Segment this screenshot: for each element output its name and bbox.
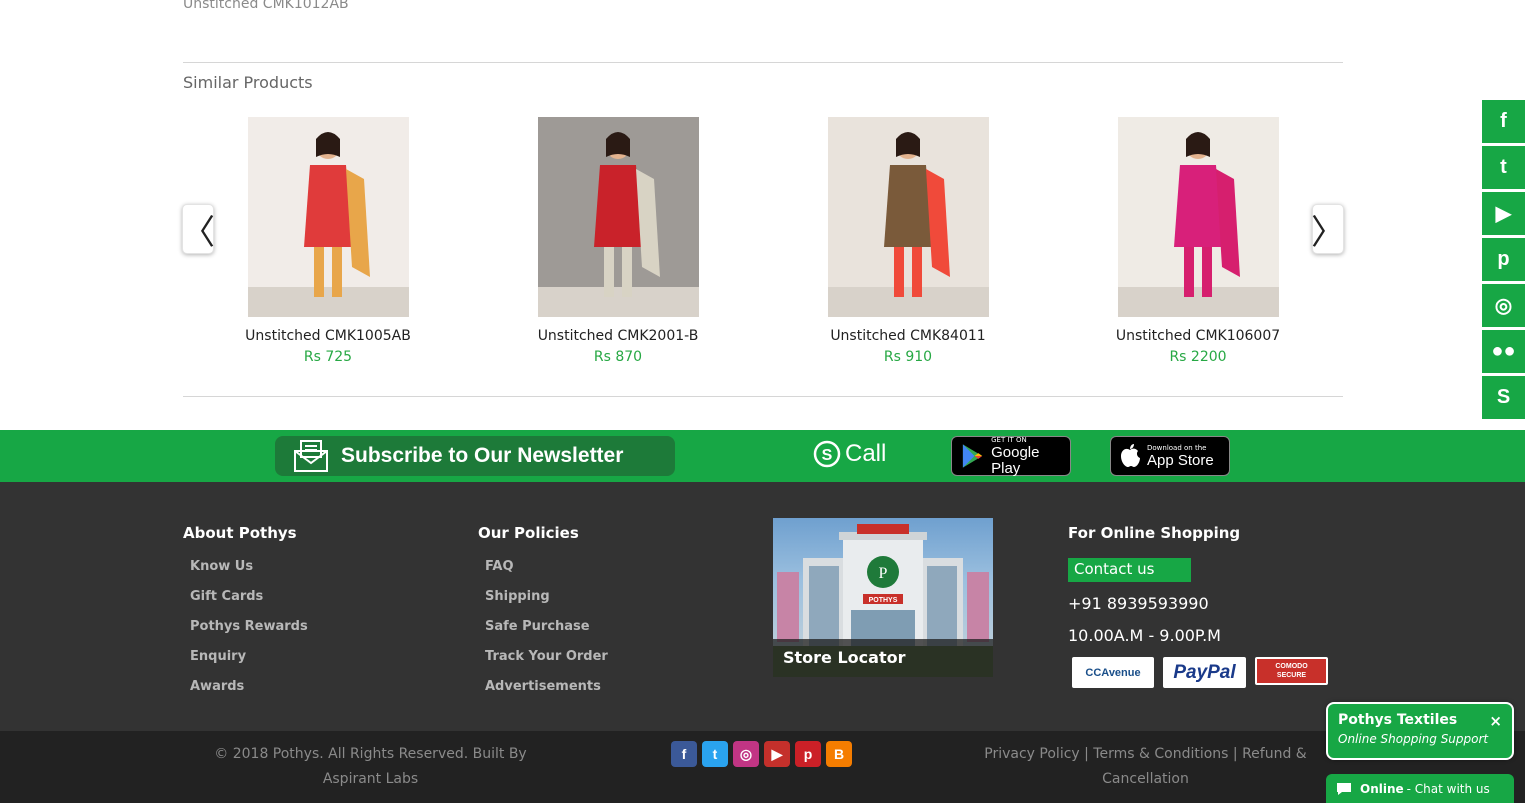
- product-card[interactable]: Unstitched CMK106007 Rs 2200: [1068, 117, 1328, 365]
- product-card[interactable]: Unstitched CMK2001-B Rs 870: [488, 117, 748, 365]
- product-price: Rs 910: [883, 349, 933, 365]
- instagram-icon[interactable]: ◎: [733, 741, 759, 767]
- store-locator-card[interactable]: P POTHYS Store Locator: [773, 518, 993, 677]
- divider: [183, 396, 1343, 397]
- comodo-badge: COMODO SECURE: [1255, 657, 1328, 685]
- similar-products-title: Similar Products: [183, 73, 313, 92]
- comodo-label: COMODO SECURE: [1275, 663, 1308, 679]
- apple-icon: [1121, 444, 1140, 467]
- product-name[interactable]: Unstitched CMK84011: [778, 328, 1038, 344]
- mail-icon: [294, 440, 328, 472]
- chat-launcher[interactable]: Online - Chat with us: [1326, 774, 1514, 803]
- product-image[interactable]: [1117, 117, 1279, 317]
- blogger-icon[interactable]: B: [826, 741, 852, 767]
- side-twitter-icon[interactable]: t: [1482, 146, 1525, 189]
- product-name[interactable]: Unstitched CMK1005AB: [198, 328, 458, 344]
- product-image[interactable]: [827, 117, 989, 317]
- youtube-icon[interactable]: ▶: [764, 741, 790, 767]
- chat-title: Pothys Textiles: [1338, 712, 1458, 728]
- link-know-us[interactable]: Know Us: [190, 557, 308, 587]
- app-store-big: App Store: [1147, 451, 1214, 469]
- link-advertisements[interactable]: Advertisements: [485, 677, 608, 707]
- product-name[interactable]: Unstitched CMK2001-B: [488, 328, 748, 344]
- google-play-button[interactable]: GET IT ON Google Play: [951, 436, 1071, 476]
- skype-icon: S: [813, 440, 841, 468]
- link-enquiry[interactable]: Enquiry: [190, 647, 308, 677]
- newsletter-label: Subscribe to Our Newsletter: [341, 444, 624, 467]
- store-locator-label: Store Locator: [773, 639, 993, 677]
- product-image[interactable]: [247, 117, 409, 317]
- product-name[interactable]: Unstitched CMK106007: [1068, 328, 1328, 344]
- chat-popup[interactable]: Pothys Textiles Online Shopping Support …: [1326, 702, 1514, 760]
- paypal-badge: PayPal: [1163, 657, 1246, 688]
- link-shipping[interactable]: Shipping: [485, 587, 608, 617]
- side-youtube-icon[interactable]: ▶: [1482, 192, 1525, 235]
- chat-subtitle: Online Shopping Support: [1338, 732, 1489, 746]
- product-card[interactable]: Unstitched CMK84011 Rs 910: [778, 117, 1038, 365]
- store-sign: POTHYS: [869, 597, 898, 604]
- google-play-icon: [962, 444, 983, 468]
- link-gift-cards[interactable]: Gift Cards: [190, 587, 308, 617]
- policies-links: FAQ Shipping Safe Purchase Track Your Or…: [485, 557, 608, 707]
- product-price: Rs 870: [593, 349, 643, 365]
- contact-us-button[interactable]: Contact us: [1068, 558, 1191, 582]
- online-title: For Online Shopping: [1068, 524, 1241, 542]
- link-faq[interactable]: FAQ: [485, 557, 608, 587]
- working-hours: 10.00A.M - 9.00P.M: [1068, 626, 1221, 645]
- about-links: Know Us Gift Cards Pothys Rewards Enquir…: [190, 557, 308, 707]
- side-skype-icon[interactable]: S: [1482, 376, 1525, 419]
- product-card[interactable]: Unstitched CMK1005AB Rs 725: [198, 117, 458, 365]
- skype-call-button[interactable]: S Call: [813, 440, 886, 468]
- link-pothys-rewards[interactable]: Pothys Rewards: [190, 617, 308, 647]
- product-price: Rs 725: [303, 349, 353, 365]
- svg-text:P: P: [879, 565, 888, 582]
- copyright: © 2018 Pothys. All Rights Reserved. Buil…: [214, 746, 527, 787]
- promo-band: [0, 430, 1525, 482]
- policies-title: Our Policies: [478, 524, 579, 542]
- product-image[interactable]: [537, 117, 699, 317]
- previous-product-name: Unstitched CMK1012AB: [183, 0, 349, 12]
- ccavenue-badge: CCAvenue: [1072, 657, 1154, 688]
- app-store-button[interactable]: Download on the App Store: [1110, 436, 1230, 476]
- social-links: f t ◎ ▶ p B: [671, 741, 852, 767]
- link-awards[interactable]: Awards: [190, 677, 308, 707]
- about-title: About Pothys: [183, 524, 297, 542]
- link-track-order[interactable]: Track Your Order: [485, 647, 608, 677]
- chat-bubble-icon: [1337, 782, 1351, 795]
- legal-links[interactable]: Privacy Policy | Terms & Conditions | Re…: [983, 742, 1308, 792]
- side-flickr-icon[interactable]: ●●: [1482, 330, 1525, 373]
- ccavenue-label: CCAvenue: [1085, 666, 1141, 679]
- facebook-icon[interactable]: f: [671, 741, 697, 767]
- chat-status: Online: [1360, 781, 1404, 796]
- newsletter-subscribe-button[interactable]: Subscribe to Our Newsletter: [275, 436, 675, 476]
- chat-close-icon[interactable]: ×: [1489, 712, 1502, 730]
- google-play-big: Google Play: [991, 443, 1040, 477]
- call-label: Call: [845, 440, 887, 467]
- product-price: Rs 2200: [1169, 349, 1227, 365]
- paypal-label: PayPal: [1173, 661, 1236, 683]
- link-safe-purchase[interactable]: Safe Purchase: [485, 617, 608, 647]
- side-pinterest-icon[interactable]: p: [1482, 238, 1525, 281]
- floating-social-bar: f t ▶ p ◎ ●● S: [1482, 100, 1525, 422]
- side-facebook-icon[interactable]: f: [1482, 100, 1525, 143]
- pinterest-icon[interactable]: p: [795, 741, 821, 767]
- divider: [183, 62, 1343, 63]
- svg-text:S: S: [822, 447, 833, 464]
- side-instagram-icon[interactable]: ◎: [1482, 284, 1525, 327]
- twitter-icon[interactable]: t: [702, 741, 728, 767]
- chat-action: - Chat with us: [1406, 781, 1490, 796]
- phone-number: +91 8939593990: [1068, 594, 1209, 613]
